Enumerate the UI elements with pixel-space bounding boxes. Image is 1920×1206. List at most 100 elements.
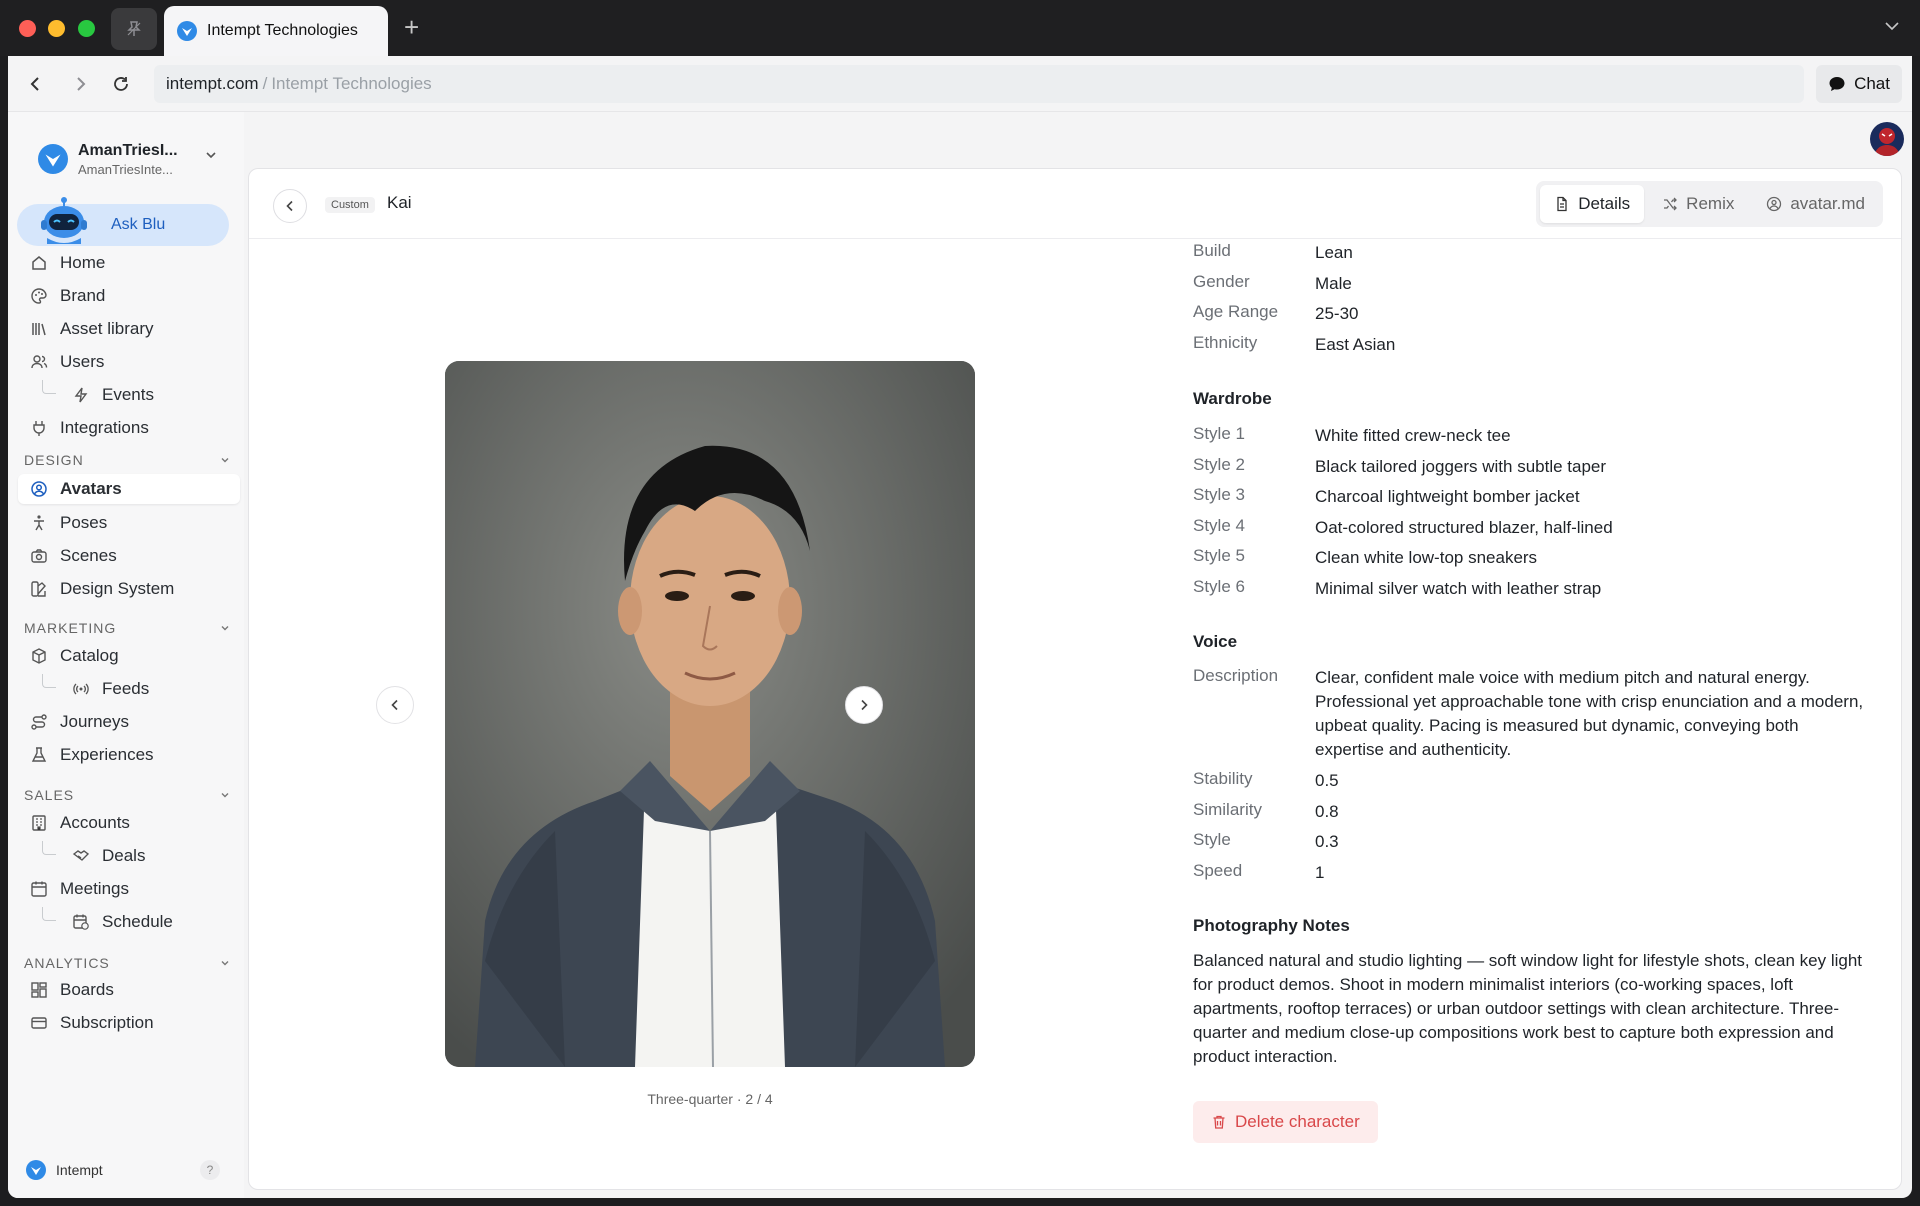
person-standing-icon <box>28 512 50 534</box>
wardrobe-row: Style 3 Charcoal lightweight bomber jacke… <box>1193 485 1875 509</box>
sidebar-item-experiences[interactable]: Experiences <box>24 740 238 770</box>
detail-value: Charcoal lightweight bomber jacket <box>1315 487 1580 506</box>
sidebar-item-users[interactable]: Users <box>24 347 238 377</box>
tab-label: Details <box>1578 194 1631 213</box>
custom-badge: Custom <box>325 197 375 213</box>
avatar-detail-panel: Custom Kai Details Remix avatar.md Three… <box>248 168 1902 1190</box>
delete-character-button[interactable]: Delete character <box>1193 1101 1378 1143</box>
chat-button[interactable]: Chat <box>1816 65 1902 103</box>
sidebar-item-label: Feeds <box>102 679 150 698</box>
sidebar-item-journeys[interactable]: Journeys <box>24 707 238 737</box>
sidebar-item-meetings[interactable]: Meetings <box>24 874 238 904</box>
package-icon <box>28 645 50 667</box>
ask-blu-button[interactable]: Ask Blu <box>17 197 229 246</box>
chevron-down-icon <box>221 961 229 966</box>
sidebar-item-avatars[interactable]: Avatars <box>18 474 240 504</box>
sidebar-item-scenes[interactable]: Scenes <box>24 541 238 571</box>
detail-row: Ethnicity East Asian <box>1193 333 1875 357</box>
gallery-caption: Three-quarter · 2 / 4 <box>647 1091 773 1107</box>
sidebar-item-home[interactable]: Home <box>24 248 238 278</box>
zoom-window-button[interactable] <box>78 20 95 37</box>
intempt-logo-icon <box>26 1160 46 1180</box>
detail-key: Style 4 <box>1193 516 1245 535</box>
wardrobe-row: Style 5 Clean white low-top sneakers <box>1193 546 1875 570</box>
section-design-header[interactable]: DESIGN <box>24 452 230 468</box>
view-tabs: Details Remix avatar.md <box>1536 181 1883 227</box>
chevron-down-icon <box>206 152 216 159</box>
detail-key: Description <box>1193 666 1279 685</box>
browser-tabbar: Intempt Technologies + <box>0 0 1920 56</box>
avatar-portrait-image <box>445 361 975 1067</box>
tab-avatar-md[interactable]: avatar.md <box>1752 185 1879 223</box>
tab-details[interactable]: Details <box>1540 185 1645 223</box>
gallery-prev-button[interactable] <box>376 686 414 724</box>
reload-button[interactable] <box>108 71 134 97</box>
sidebar-item-asset-library[interactable]: Asset library <box>24 314 238 344</box>
url-page-title: Intempt Technologies <box>271 74 432 93</box>
robot-icon <box>41 197 87 244</box>
sidebar-item-schedule[interactable]: Schedule <box>66 907 236 937</box>
user-avatar[interactable] <box>1870 122 1904 156</box>
minimize-window-button[interactable] <box>48 20 65 37</box>
detail-value: 0.3 <box>1315 832 1339 851</box>
sidebar-item-events[interactable]: Events <box>66 380 236 410</box>
section-analytics-header[interactable]: ANALYTICS <box>24 955 230 971</box>
workspace-switcher[interactable]: AmanTriesI... AmanTriesInte... <box>38 134 218 184</box>
sidebar-item-label: Accounts <box>60 813 130 832</box>
chevron-down-icon <box>221 458 229 463</box>
sidebar-item-feeds[interactable]: Feeds <box>66 674 236 704</box>
section-marketing-header[interactable]: MARKETING <box>24 620 230 636</box>
tab-overflow-chevron-icon[interactable] <box>1884 18 1900 39</box>
pinned-tab[interactable] <box>111 8 157 50</box>
sidebar-item-brand[interactable]: Brand <box>24 281 238 311</box>
sidebar-item-label: Poses <box>60 513 108 532</box>
sidebar-item-catalog[interactable]: Catalog <box>24 641 238 671</box>
section-title: DESIGN <box>24 452 84 468</box>
calendar-clock-icon <box>70 911 92 933</box>
voice-row: Style 0.3 <box>1193 830 1875 854</box>
new-tab-button[interactable]: + <box>404 14 419 40</box>
detail-value: Black tailored joggers with subtle taper <box>1315 457 1607 476</box>
back-button[interactable] <box>273 189 307 223</box>
shuffle-icon <box>1664 197 1678 211</box>
wardrobe-row: Style 4 Oat-colored structured blazer, ha… <box>1193 516 1875 540</box>
intempt-logo-icon <box>38 144 68 174</box>
page-title: Kai <box>387 193 412 212</box>
sidebar-item-deals[interactable]: Deals <box>66 841 236 871</box>
chevron-left-icon <box>391 699 398 711</box>
section-sales-header[interactable]: SALES <box>24 787 230 803</box>
users-icon <box>28 351 50 373</box>
sidebar-item-label: Meetings <box>60 879 129 898</box>
detail-key: Style <box>1193 830 1231 849</box>
tab-title: Intempt Technologies <box>207 22 358 39</box>
browser-tab-active[interactable]: Intempt Technologies <box>164 6 388 56</box>
sidebar-item-label: Events <box>102 385 154 404</box>
sidebar-item-label: Journeys <box>60 712 129 731</box>
handshake-icon <box>70 845 92 867</box>
help-button[interactable]: ? <box>200 1160 220 1180</box>
back-nav-button[interactable] <box>22 71 48 97</box>
detail-value: Lean <box>1315 243 1353 262</box>
detail-key: Style 2 <box>1193 455 1245 474</box>
lightning-icon <box>70 384 92 406</box>
tree-connector <box>42 841 56 855</box>
sidebar-item-accounts[interactable]: Accounts <box>24 808 238 838</box>
detail-key: Ethnicity <box>1193 333 1258 352</box>
close-window-button[interactable] <box>19 20 36 37</box>
detail-value: Clear, confident male voice with medium … <box>1315 668 1864 759</box>
detail-key: Age Range <box>1193 302 1279 321</box>
gallery-next-button[interactable] <box>845 686 883 724</box>
sidebar-item-poses[interactable]: Poses <box>24 508 238 538</box>
tab-remix[interactable]: Remix <box>1648 185 1748 223</box>
wardrobe-row: Style 6 Minimal silver watch with leather… <box>1193 577 1875 601</box>
document-icon <box>1557 196 1567 212</box>
forward-nav-button[interactable] <box>68 71 94 97</box>
sidebar-item-boards[interactable]: Boards <box>24 975 238 1005</box>
camera-icon <box>28 545 50 567</box>
sidebar-item-integrations[interactable]: Integrations <box>24 413 238 443</box>
detail-key: Style 5 <box>1193 546 1245 565</box>
sidebar-item-subscription[interactable]: Subscription <box>24 1008 238 1038</box>
address-bar[interactable]: intempt.com / Intempt Technologies <box>154 65 1804 103</box>
sidebar-item-design-system[interactable]: Design System <box>24 574 238 604</box>
detail-key: Style 3 <box>1193 485 1245 504</box>
